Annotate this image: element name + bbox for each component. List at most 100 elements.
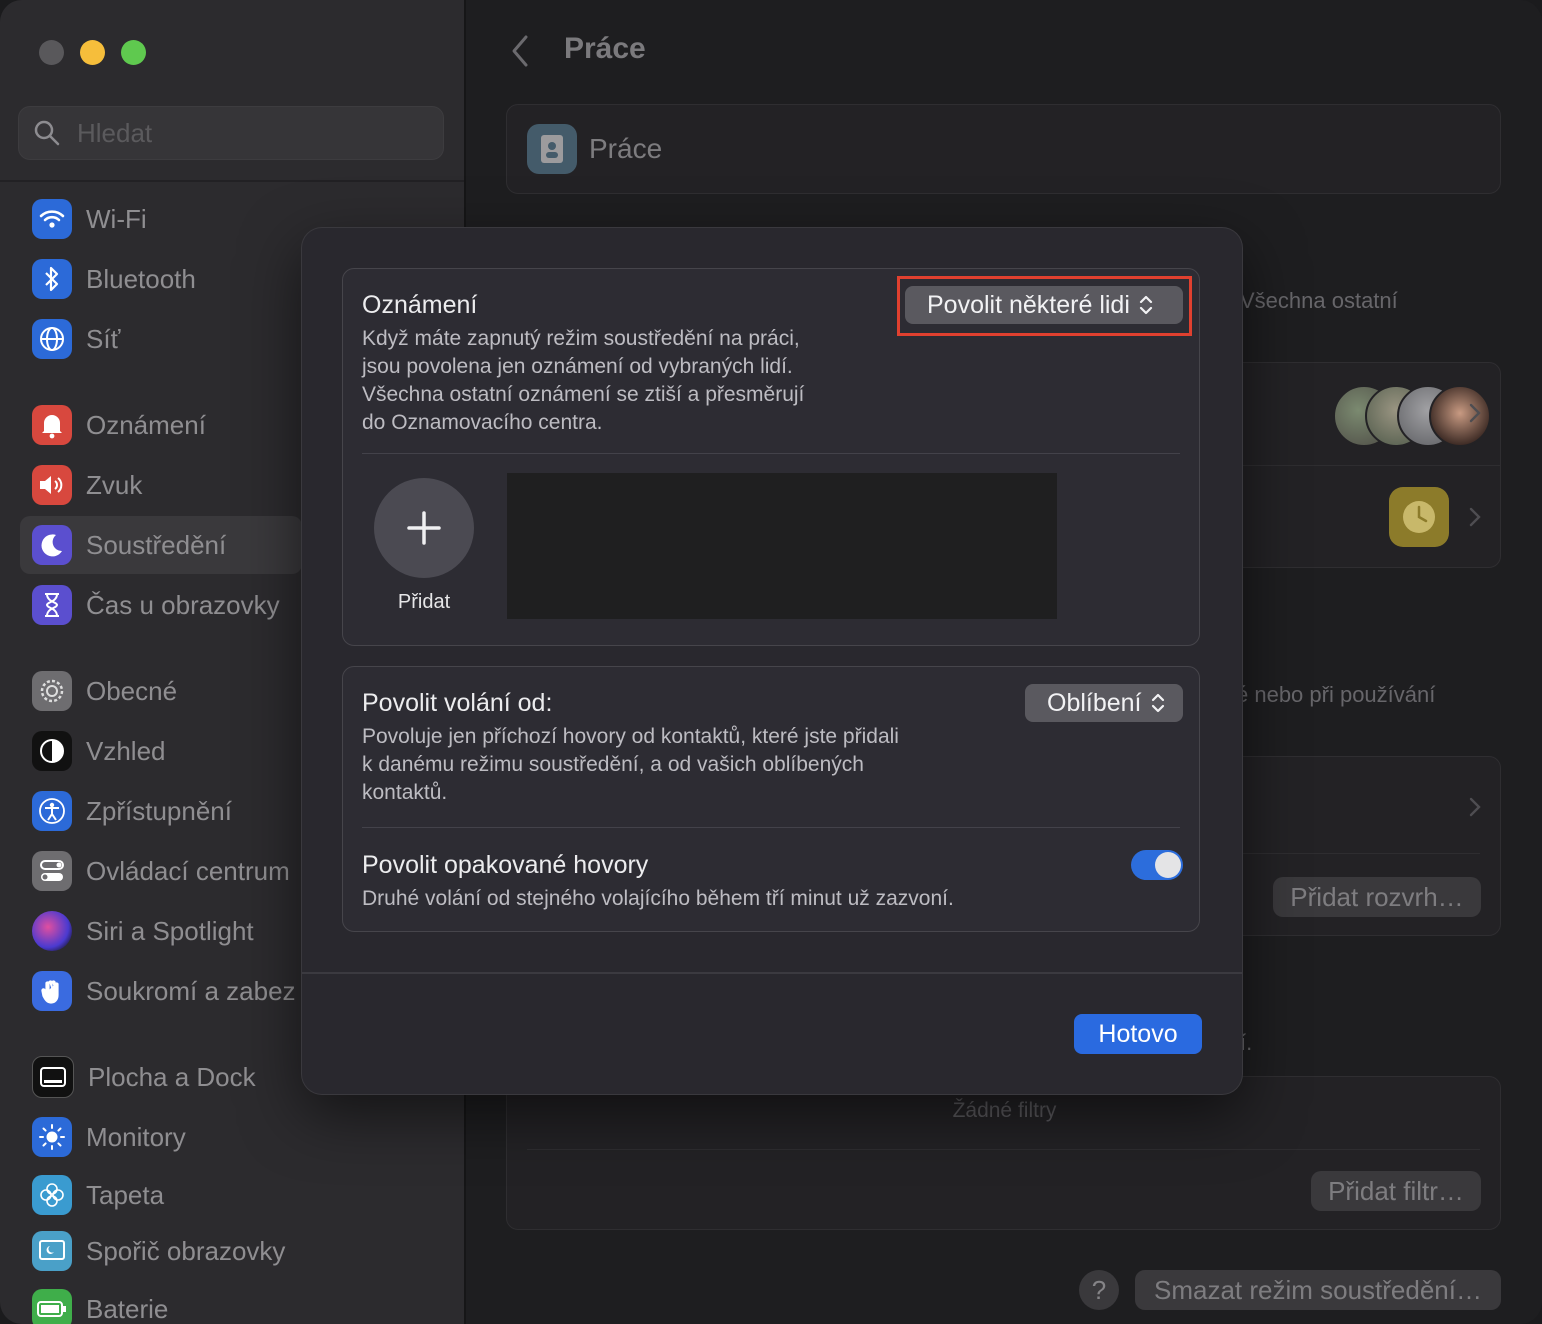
sidebar-item-accessibility[interactable]: Zpřístupnění: [20, 782, 302, 840]
accessibility-icon: [32, 791, 72, 831]
battery-icon: [32, 1289, 72, 1324]
description-line: Všechna ostatní oznámení se ztiší a přes…: [362, 383, 805, 406]
flower-icon: [32, 1175, 72, 1215]
sidebar-item-siri[interactable]: Siri a Spotlight: [20, 902, 302, 960]
sidebar-item-sound[interactable]: Zvuk: [20, 456, 302, 514]
moon-icon: [32, 525, 72, 565]
highlight-box: [897, 276, 1192, 336]
hourglass-icon: [32, 585, 72, 625]
divider: [362, 453, 1180, 454]
add-person-label: Přidat: [397, 591, 451, 613]
focus-filters-card: Žádné filtry Přidat filtr…: [506, 1076, 1501, 1230]
sidebar-item-notifications[interactable]: Oznámení: [20, 396, 302, 454]
sidebar-item-label: Monitory: [86, 1121, 186, 1152]
zoom-button[interactable]: [121, 40, 146, 65]
focus-header-card: Práce: [506, 104, 1501, 194]
sun-icon: [32, 1117, 72, 1157]
search-input[interactable]: [75, 116, 399, 150]
page-title: Práce: [564, 32, 646, 65]
sidebar-item-appearance[interactable]: Vzhled: [20, 722, 302, 780]
repeated-calls-description: Druhé volání od stejného volajícího běhe…: [362, 887, 954, 910]
redacted-people-area: [507, 473, 1057, 619]
sidebar-item-displays[interactable]: Monitory: [20, 1108, 302, 1166]
sidebar-item-label: Wi-Fi: [86, 203, 147, 234]
search-icon: [34, 120, 60, 146]
chevron-right-icon[interactable]: [1469, 507, 1481, 527]
chevron-left-icon: [512, 35, 528, 67]
sidebar-item-control-center[interactable]: Ovládací centrum: [20, 842, 302, 900]
sidebar-item-battery[interactable]: Baterie: [20, 1280, 302, 1324]
people-sheet: Oznámení Povolit některé lidi Když máte …: [302, 228, 1242, 1094]
globe-icon: [32, 319, 72, 359]
help-button[interactable]: ?: [1079, 1270, 1119, 1310]
sidebar-item-label: Soukromí a zabez: [86, 975, 296, 1006]
bluetooth-icon: [32, 259, 72, 299]
control-center-icon: [32, 851, 72, 891]
sidebar-item-label: Bluetooth: [86, 263, 196, 294]
add-filter-button[interactable]: Přidat filtr…: [1311, 1171, 1481, 1211]
sidebar-item-label: Spořič obrazovky: [86, 1235, 286, 1266]
sidebar-item-general[interactable]: Obecné: [20, 662, 302, 720]
repeated-calls-toggle[interactable]: [1131, 850, 1183, 880]
speaker-icon: [32, 465, 72, 505]
sidebar-item-label: Plocha a Dock: [88, 1061, 256, 1092]
sidebar-item-bluetooth[interactable]: Bluetooth: [20, 250, 302, 308]
back-button[interactable]: [510, 34, 530, 73]
search-field[interactable]: [18, 106, 444, 160]
divider: [1243, 853, 1480, 854]
bell-icon: [32, 405, 72, 445]
notifications-description: Když máte zapnutý režim soustředění na p…: [362, 325, 804, 437]
chevron-right-icon[interactable]: [1469, 403, 1481, 423]
delete-focus-button[interactable]: Smazat režim soustředění…: [1135, 1270, 1501, 1310]
clock-app-icon: [1389, 487, 1449, 547]
close-button[interactable]: [39, 40, 64, 65]
sidebar-item-label: Ovládací centrum: [86, 855, 290, 886]
hand-icon: [32, 971, 72, 1011]
id-badge-icon: [527, 124, 577, 174]
screensaver-icon: [32, 1231, 72, 1271]
description-line: k danému režimu soustředění, a od vašich…: [362, 753, 864, 776]
siri-icon: [32, 911, 72, 951]
repeated-calls-title: Povolit opakované hovory: [362, 851, 649, 879]
background-text: é nebo při používání: [1236, 682, 1436, 707]
done-button[interactable]: Hotovo: [1074, 1014, 1202, 1054]
sidebar-item-label: Zpřístupnění: [86, 795, 232, 826]
avatar: [1429, 385, 1491, 447]
calls-card: Povolit volání od: Oblíbení Povoluje jen…: [342, 666, 1200, 932]
sidebar-item-label: Zvuk: [86, 469, 143, 500]
description-line: kontaktů.: [362, 781, 448, 804]
allow-calls-description: Povoluje jen příchozí hovory od kontaktů…: [362, 723, 899, 807]
sidebar-item-label: Siri a Spotlight: [86, 915, 254, 946]
toggle-knob: [1155, 852, 1181, 878]
sidebar-divider: [0, 180, 464, 182]
divider: [527, 1149, 1480, 1150]
sidebar-item-label: Baterie: [86, 1293, 169, 1324]
sidebar-item-privacy[interactable]: Soukromí a zabez: [20, 962, 302, 1020]
sidebar-item-focus[interactable]: Soustředění: [20, 516, 302, 574]
sidebar-item-label: Soustředění: [86, 529, 227, 560]
notifications-card: Oznámení Povolit některé lidi Když máte …: [342, 268, 1200, 646]
window-controls: [39, 40, 146, 65]
description-line: jsou povolena jen oznámení od vybraných …: [362, 355, 793, 378]
sidebar-item-network[interactable]: Síť: [20, 310, 302, 368]
allow-calls-title: Povolit volání od:: [362, 689, 553, 717]
minimize-button[interactable]: [80, 40, 105, 65]
sidebar-item-desktop-dock[interactable]: Plocha a Dock: [20, 1048, 302, 1106]
divider: [362, 827, 1180, 828]
footer-divider: [302, 972, 1242, 974]
sidebar-item-label: Tapeta: [86, 1179, 165, 1210]
description-line: Povoluje jen příchozí hovory od kontaktů…: [362, 725, 899, 748]
gear-icon: [32, 671, 72, 711]
allow-calls-popup[interactable]: Oblíbení: [1025, 684, 1183, 722]
focus-name: Práce: [589, 133, 663, 164]
background-text: Všechna ostatní: [1240, 288, 1398, 313]
sidebar-item-wallpaper[interactable]: Tapeta: [20, 1166, 302, 1224]
sidebar-item-label: Oznámení: [86, 409, 206, 440]
description-line: do Oznamovacího centra.: [362, 411, 603, 434]
chevron-right-icon[interactable]: [1469, 797, 1481, 817]
sidebar-item-screen-time[interactable]: Čas u obrazovky: [20, 576, 302, 634]
sidebar-item-wifi[interactable]: Wi-Fi: [20, 190, 302, 248]
add-schedule-button[interactable]: Přidat rozvrh…: [1273, 877, 1481, 917]
add-person-button[interactable]: [374, 478, 474, 578]
sidebar-item-screensaver[interactable]: Spořič obrazovky: [20, 1222, 302, 1280]
